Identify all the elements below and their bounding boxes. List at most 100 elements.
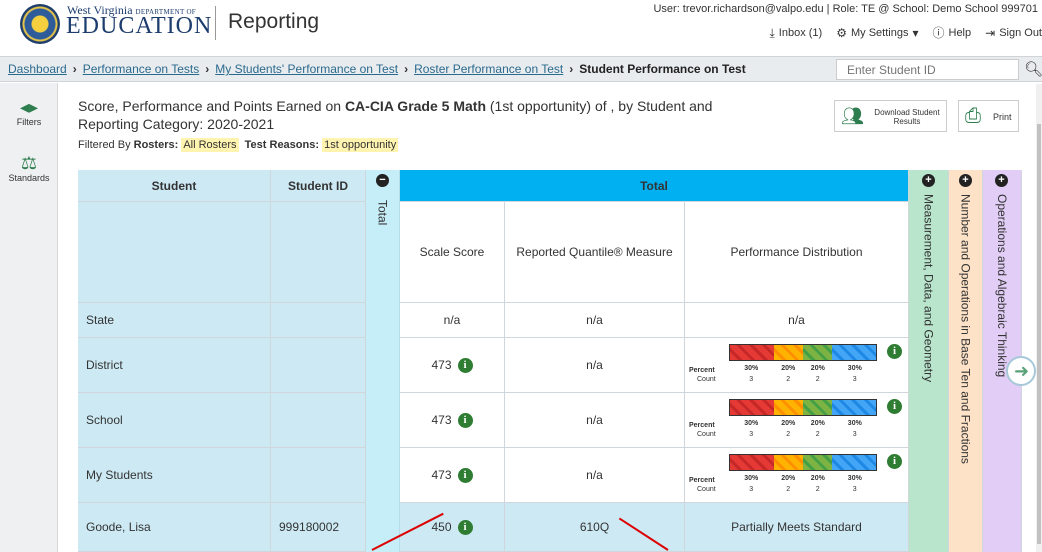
header-spacer [78,202,271,303]
row-quantile: n/a [505,338,685,393]
rosters-chip: All Rosters [181,138,239,152]
distribution-segment [832,400,876,415]
segment-count: 2 [815,431,820,438]
col-student-header[interactable]: Student [78,170,271,202]
col-performance-distribution[interactable]: Performance Distribution [685,202,909,303]
standards-button[interactable]: ⚖ Standards [0,153,58,183]
count-label: Count [697,376,716,383]
wv-seal-logo [20,4,60,44]
count-label: Count [697,431,716,438]
segment-percent: 30% [847,475,862,482]
total-header: Total [400,170,909,202]
col-quantile[interactable]: Reported Quantile® Measure [505,202,685,303]
header-spacer [271,202,366,303]
distribution-bar [729,399,877,416]
download-results-button[interactable]: 👥︎ Download Student Results [834,100,947,132]
expand-measurement-icon[interactable]: + [922,174,935,187]
settings-link[interactable]: ⚙ My Settings ▾ [836,27,918,39]
row-student-name[interactable]: Goode, Lisa [78,503,271,552]
segment-percent: 30% [744,365,759,372]
segment-count: 3 [852,486,857,493]
row-performance-distribution: Percent Count 30% 3 20% 2 20% 2 30% 3 i [685,338,909,393]
crumb-current: Student Performance on Test [579,62,746,76]
distribution-bar [729,344,877,361]
arrow-right-icon: ➜ [1014,361,1030,381]
segment-count: 3 [852,376,857,383]
col-scale-score[interactable]: Scale Score [400,202,505,303]
segment-percent: 20% [781,420,796,427]
crumb-my-students[interactable]: My Students' Performance on Test [215,62,398,76]
percent-label: Percent [689,367,715,374]
caret-down-icon: ▾ [912,26,919,40]
left-sidebar: ◂▸ Filters ⚖ Standards [0,83,58,552]
segment-percent: 20% [781,475,796,482]
info-icon[interactable]: i [457,357,473,373]
report-title: Score, Performance and Points Earned on … [78,98,713,132]
student-id-input[interactable] [836,59,1019,80]
expand-operations-icon[interactable]: + [995,174,1008,187]
row-scale-score: 473 i [400,393,505,448]
row-student-name: State [78,303,271,338]
row-scale-score: 473 i [400,448,505,503]
segment-count: 2 [815,376,820,383]
users-download-icon: 👥︎ [841,106,864,126]
print-button[interactable]: ⎙ Print [958,100,1019,132]
info-icon[interactable]: i [457,519,473,535]
crumb-dashboard[interactable]: Dashboard [8,62,67,76]
logo-education: EDUCATION [66,13,213,39]
info-icon[interactable]: i [887,454,902,469]
help-link[interactable]: ⓘ Help [932,27,971,39]
row-student-name: District [78,338,271,393]
expand-number-icon[interactable]: + [959,174,972,187]
row-student-id [271,303,366,338]
distribution-segment [803,345,833,360]
col-number-operations: Number and Operations in Base Ten and Fr… [949,170,983,552]
scroll-right-button[interactable]: ➜ [1006,356,1036,386]
distribution-bar [729,454,877,471]
segment-percent: 30% [847,420,862,427]
segment-percent: 20% [781,365,796,372]
search-icon[interactable]: 🔍︎ [1024,60,1042,80]
scale-icon: ⚖ [20,153,38,173]
row-quantile: n/a [505,393,685,448]
segment-percent: 20% [810,475,825,482]
filter-summary: Filtered By Rosters: All Rosters Test Re… [78,138,399,152]
download-tray-icon: ⤓ [769,26,775,40]
crumb-performance-on-tests[interactable]: Performance on Tests [83,62,200,76]
segment-count: 2 [815,486,820,493]
filters-button[interactable]: ◂▸ Filters [0,97,58,127]
row-student-name: My Students [78,448,271,503]
distribution-segment [730,455,774,470]
crumb-roster-performance[interactable]: Roster Performance on Test [414,62,563,76]
results-table: Student Student ID Total − Total Measure… [78,170,1022,552]
segment-count: 3 [749,376,754,383]
col-student-id-header[interactable]: Student ID [271,170,366,202]
header: West Virginia DEPARTMENT OF EDUCATION Re… [0,0,1042,48]
info-icon[interactable]: i [887,399,902,414]
info-icon[interactable]: i [887,344,902,359]
reasons-chip: 1st opportunity [322,138,399,152]
row-student-id [271,448,366,503]
header-links: ⤓ Inbox (1) ⚙ My Settings ▾ ⓘ Help ⇥ Sign Out [769,27,1042,39]
vertical-scrollbar[interactable] [1036,84,1042,552]
segment-percent: 20% [810,365,825,372]
row-student-name: School [78,393,271,448]
distribution-segment [832,455,876,470]
distribution-segment [730,345,774,360]
sign-out-link[interactable]: ⇥ Sign Out [985,27,1042,39]
info-icon[interactable]: i [457,412,473,428]
percent-label: Percent [689,422,715,429]
segment-percent: 30% [744,420,759,427]
inbox-link[interactable]: ⤓ Inbox (1) [769,27,822,39]
row-quantile: n/a [505,303,685,338]
collapse-total-icon[interactable]: − [376,174,389,187]
row-student-id: 999180002 [271,503,366,552]
info-icon[interactable]: i [457,467,473,483]
distribution-segment [730,400,774,415]
scrollbar-thumb[interactable] [1037,124,1041,544]
row-student-id [271,393,366,448]
segment-count: 3 [749,431,754,438]
logo-divider [215,6,216,40]
segment-count: 2 [786,431,791,438]
row-performance-distribution: Percent Count 30% 3 20% 2 20% 2 30% 3 i [685,393,909,448]
